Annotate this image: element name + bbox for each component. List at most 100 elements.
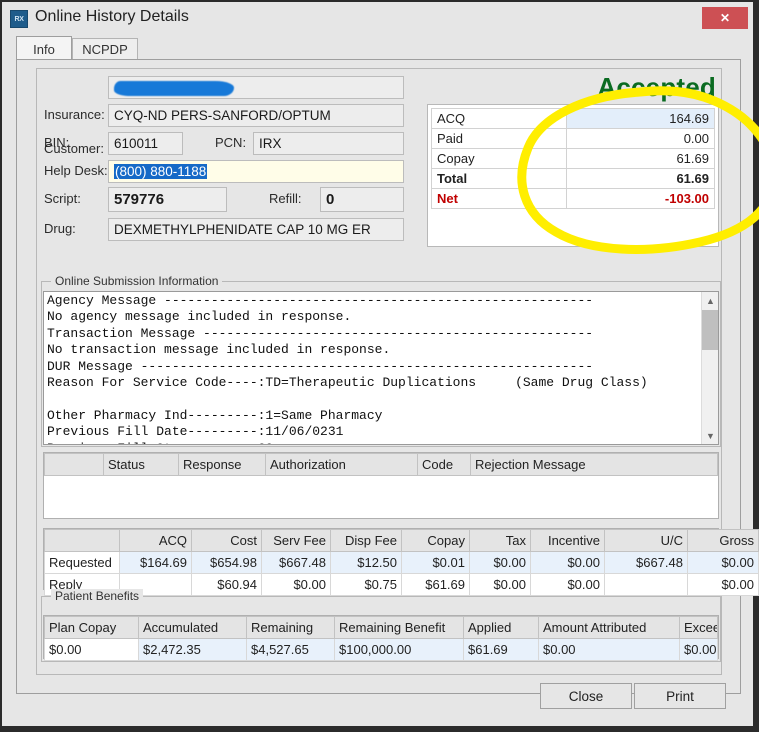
- summary-row-paid: Paid 0.00: [431, 128, 715, 149]
- tab-info[interactable]: Info: [16, 36, 72, 61]
- table-row[interactable]: Requested $164.69 $654.98 $667.48 $12.50…: [44, 551, 759, 574]
- benefits-col-remaining[interactable]: Remaining: [246, 616, 335, 639]
- script-label: Script:: [44, 191, 81, 206]
- refill-field[interactable]: 0: [320, 187, 404, 212]
- customer-field[interactable]: [108, 76, 404, 99]
- help-desk-field[interactable]: (800) 880-1188: [108, 160, 404, 183]
- status-grid-header: Status Response Authorization Code Rejec…: [44, 453, 718, 476]
- price-row-label: Requested: [44, 551, 120, 574]
- summary-table: ACQ 164.69 Paid 0.00 Copay 61.69 Total 6…: [431, 108, 715, 209]
- status-col-blank[interactable]: [44, 453, 104, 476]
- benefits-cell-plan-copay: $0.00: [44, 638, 139, 661]
- customer-redaction: [114, 81, 234, 96]
- print-button[interactable]: Print: [634, 683, 726, 709]
- price-cell-gross: $0.00: [687, 573, 759, 596]
- status-badge: Accepted: [597, 72, 716, 102]
- status-col-status[interactable]: Status: [103, 453, 179, 476]
- scroll-down-icon[interactable]: ▼: [702, 427, 718, 444]
- scroll-up-icon[interactable]: ▲: [702, 292, 718, 309]
- price-cell-disp-fee: $12.50: [330, 551, 402, 574]
- price-col-tax[interactable]: Tax: [469, 529, 531, 552]
- summary-value: 0.00: [566, 128, 715, 149]
- submission-textarea[interactable]: Agency Message -------------------------…: [43, 291, 719, 445]
- price-col-cost[interactable]: Cost: [191, 529, 262, 552]
- pcn-field[interactable]: IRX: [253, 132, 404, 155]
- price-col-disp-fee[interactable]: Disp Fee: [330, 529, 402, 552]
- price-cell-copay: $61.69: [401, 573, 470, 596]
- summary-label: Paid: [431, 128, 567, 149]
- status-col-code[interactable]: Code: [417, 453, 471, 476]
- price-cell-disp-fee: $0.75: [330, 573, 402, 596]
- submission-text: Agency Message -------------------------…: [47, 293, 648, 444]
- tab-ncpdp[interactable]: NCPDP: [72, 38, 138, 60]
- table-row[interactable]: Reply $60.94 $0.00 $0.75 $61.69 $0.00 $0…: [44, 573, 759, 596]
- title-bar: RX Online History Details ✕: [2, 2, 753, 36]
- close-button[interactable]: Close: [540, 683, 632, 709]
- help-desk-value: (800) 880-1188: [114, 164, 208, 179]
- status-col-rejection-message[interactable]: Rejection Message: [470, 453, 718, 476]
- summary-value: 61.69: [566, 148, 715, 169]
- price-col-copay[interactable]: Copay: [401, 529, 470, 552]
- benefits-header: Plan Copay Accumulated Remaining Remaini…: [44, 616, 718, 639]
- price-col-blank[interactable]: [44, 529, 120, 552]
- window-title: Online History Details: [35, 8, 189, 25]
- drug-field[interactable]: DEXMETHYLPHENIDATE CAP 10 MG ER: [108, 218, 404, 241]
- price-cell-acq: $164.69: [119, 551, 192, 574]
- bin-label: BIN:: [44, 135, 70, 150]
- submission-scrollbar[interactable]: ▲ ▼: [701, 292, 718, 444]
- benefits-col-remaining-benefit[interactable]: Remaining Benefit: [334, 616, 464, 639]
- summary-row-acq: ACQ 164.69: [431, 108, 715, 129]
- summary-value: 61.69: [566, 168, 715, 189]
- price-cell-cost: $60.94: [191, 573, 262, 596]
- refill-label: Refill:: [269, 191, 302, 206]
- benefits-cell-remaining: $4,527.65: [246, 638, 335, 661]
- benefits-col-plan-copay[interactable]: Plan Copay: [44, 616, 139, 639]
- online-history-details-window: RX Online History Details ✕ Info NCPDP C…: [0, 0, 759, 728]
- benefits-cell-amount-attributed: $0.00: [538, 638, 680, 661]
- price-cell-tax: $0.00: [469, 573, 531, 596]
- price-grid[interactable]: ACQ Cost Serv Fee Disp Fee Copay Tax Inc…: [43, 528, 759, 596]
- price-cell-incentive: $0.00: [530, 573, 605, 596]
- status-grid-table: Status Response Authorization Code Rejec…: [44, 453, 718, 476]
- price-col-acq[interactable]: ACQ: [119, 529, 192, 552]
- close-icon[interactable]: ✕: [702, 7, 748, 29]
- summary-row-total: Total 61.69: [431, 168, 715, 189]
- help-desk-label: Help Desk:: [44, 163, 108, 178]
- script-field[interactable]: 579776: [108, 187, 227, 212]
- price-col-uc[interactable]: U/C: [604, 529, 688, 552]
- insurance-label: Insurance:: [44, 107, 105, 122]
- benefits-cell-remaining-benefit: $100,000.00: [334, 638, 464, 661]
- benefits-cell-accumulated: $2,472.35: [138, 638, 247, 661]
- price-col-incentive[interactable]: Incentive: [530, 529, 605, 552]
- price-col-gross[interactable]: Gross: [687, 529, 759, 552]
- summary-label: ACQ: [431, 108, 567, 129]
- patient-benefits-caption: Patient Benefits: [51, 589, 144, 603]
- rx-icon: RX: [10, 10, 28, 28]
- price-cell-serv-fee: $0.00: [261, 573, 331, 596]
- benefits-col-accumulated[interactable]: Accumulated: [138, 616, 247, 639]
- price-grid-header: ACQ Cost Serv Fee Disp Fee Copay Tax Inc…: [44, 529, 759, 552]
- patient-benefits-grid[interactable]: Plan Copay Accumulated Remaining Remaini…: [43, 615, 719, 661]
- bin-field[interactable]: 610011: [108, 132, 183, 155]
- summary-value: 164.69: [566, 108, 715, 129]
- benefits-cell-exceeding-max: $0.00: [679, 638, 718, 661]
- price-cell-copay: $0.01: [401, 551, 470, 574]
- price-cell-uc: [604, 573, 688, 596]
- table-row[interactable]: $0.00 $2,472.35 $4,527.65 $100,000.00 $6…: [44, 638, 718, 661]
- price-cell-uc: $667.48: [604, 551, 688, 574]
- benefits-col-exceeding-max[interactable]: Exceeding Max: [679, 616, 718, 639]
- summary-label: Copay: [431, 148, 567, 169]
- status-col-response[interactable]: Response: [178, 453, 266, 476]
- summary-value: -103.00: [566, 188, 715, 209]
- benefits-col-applied[interactable]: Applied: [463, 616, 539, 639]
- drug-label: Drug:: [44, 221, 76, 236]
- price-cell-cost: $654.98: [191, 551, 262, 574]
- insurance-field[interactable]: CYQ-ND PERS-SANFORD/OPTUM: [108, 104, 404, 127]
- status-col-authorization[interactable]: Authorization: [265, 453, 418, 476]
- price-cell-tax: $0.00: [469, 551, 531, 574]
- scrollbar-thumb[interactable]: [702, 310, 718, 350]
- benefits-col-amount-attributed[interactable]: Amount Attributed: [538, 616, 680, 639]
- status-grid[interactable]: Status Response Authorization Code Rejec…: [43, 452, 719, 519]
- benefits-cell-applied: $61.69: [463, 638, 539, 661]
- price-col-serv-fee[interactable]: Serv Fee: [261, 529, 331, 552]
